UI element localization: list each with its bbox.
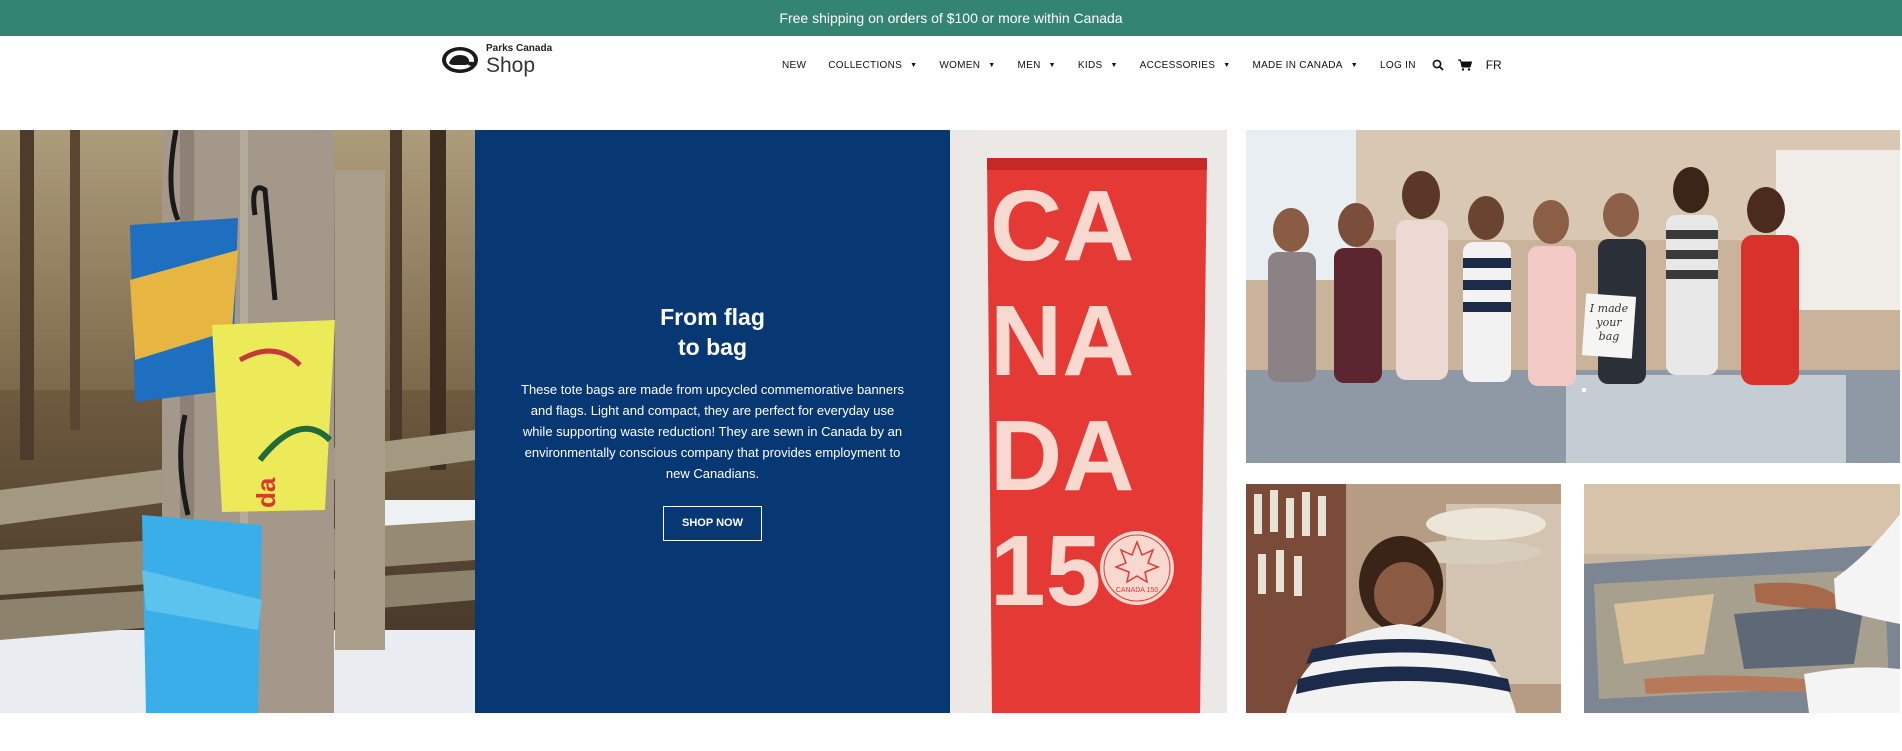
nav-item-collections[interactable]: COLLECTIONS ▼ xyxy=(828,60,917,71)
nav-item-men[interactable]: MEN ▼ xyxy=(1018,60,1056,71)
fabric-hands-photo[interactable] xyxy=(1584,484,1900,713)
nav-label: LOG IN xyxy=(1380,59,1416,71)
site-logo[interactable]: Parks Canada Shop xyxy=(440,44,552,76)
caret-down-icon: ▼ xyxy=(988,61,996,69)
sign-text-line-2: your xyxy=(1595,316,1622,329)
nav-item-kids[interactable]: KIDS ▼ xyxy=(1078,60,1118,71)
nav-item-accessories[interactable]: ACCESSORIES ▼ xyxy=(1140,60,1231,71)
flag-line-2: NA xyxy=(990,285,1134,397)
tote-bags-image: da xyxy=(0,130,475,713)
sewing-image xyxy=(1246,484,1561,713)
tote-bags-photo[interactable]: da xyxy=(0,130,475,713)
main-nav: NEW COLLECTIONS ▼ WOMEN ▼ MEN ▼ KIDS ▼ ACCES… xyxy=(782,58,1502,72)
nav-label: WOMEN xyxy=(939,59,981,71)
nav-item-log-in[interactable]: LOG IN xyxy=(1380,60,1416,71)
nav-item-women[interactable]: WOMEN ▼ xyxy=(939,60,995,71)
promo-description: These tote bags are made from upcycled c… xyxy=(521,381,904,481)
beaver-logo-icon xyxy=(442,47,478,73)
language-toggle[interactable]: FR xyxy=(1486,58,1502,72)
caret-down-icon: ▼ xyxy=(910,61,918,69)
fabric-hands-image xyxy=(1584,484,1900,713)
logo-shop-text: Shop xyxy=(486,54,536,77)
caret-down-icon: ▼ xyxy=(1223,61,1231,69)
sign-text-line-3: bag xyxy=(1599,330,1620,343)
flag-line-3: DA xyxy=(990,400,1134,512)
nav-label: ACCESSORIES xyxy=(1139,59,1216,71)
nav-label: NEW xyxy=(782,59,807,71)
canada-flag-image: CA NA DA 15 CANADA 150 0 xyxy=(950,130,1227,713)
sign-text-line-1: I made xyxy=(1589,302,1629,315)
nav-label: MADE IN CANADA xyxy=(1252,59,1343,71)
team-photo[interactable]: I made your bag xyxy=(1246,130,1900,463)
caret-down-icon: ▼ xyxy=(1110,61,1118,69)
announcement-bar: Free shipping on orders of $100 or more … xyxy=(0,0,1902,36)
flag-line-1: CA xyxy=(990,170,1134,282)
search-icon[interactable] xyxy=(1432,59,1444,71)
flag-line-4: 15 xyxy=(990,515,1101,627)
nav-label: KIDS xyxy=(1077,59,1103,71)
shop-now-button[interactable]: SHOP NOW xyxy=(663,505,762,541)
canada-flag-photo[interactable]: CA NA DA 15 CANADA 150 0 xyxy=(950,130,1227,713)
caret-down-icon: ▼ xyxy=(1350,61,1359,69)
nav-item-new[interactable]: NEW xyxy=(782,60,806,71)
sewing-photo[interactable] xyxy=(1246,484,1561,713)
nav-item-made-in-canada[interactable]: MADE IN CANADA ▼ xyxy=(1252,60,1358,71)
team-image: I made your bag xyxy=(1246,130,1900,463)
nav-label: COLLECTIONS xyxy=(828,59,903,71)
logo-brand-text: Parks Canada xyxy=(486,43,553,54)
announcement-text: Free shipping on orders of $100 or more … xyxy=(779,10,1123,26)
promo-title: From flag to bag xyxy=(660,304,765,361)
promo-panel: From flag to bag These tote bags are mad… xyxy=(475,130,950,713)
cart-icon[interactable] xyxy=(1457,59,1472,71)
nav-label: MEN xyxy=(1017,59,1041,71)
tote-print-text: da xyxy=(251,477,281,508)
caret-down-icon: ▼ xyxy=(1048,61,1056,69)
